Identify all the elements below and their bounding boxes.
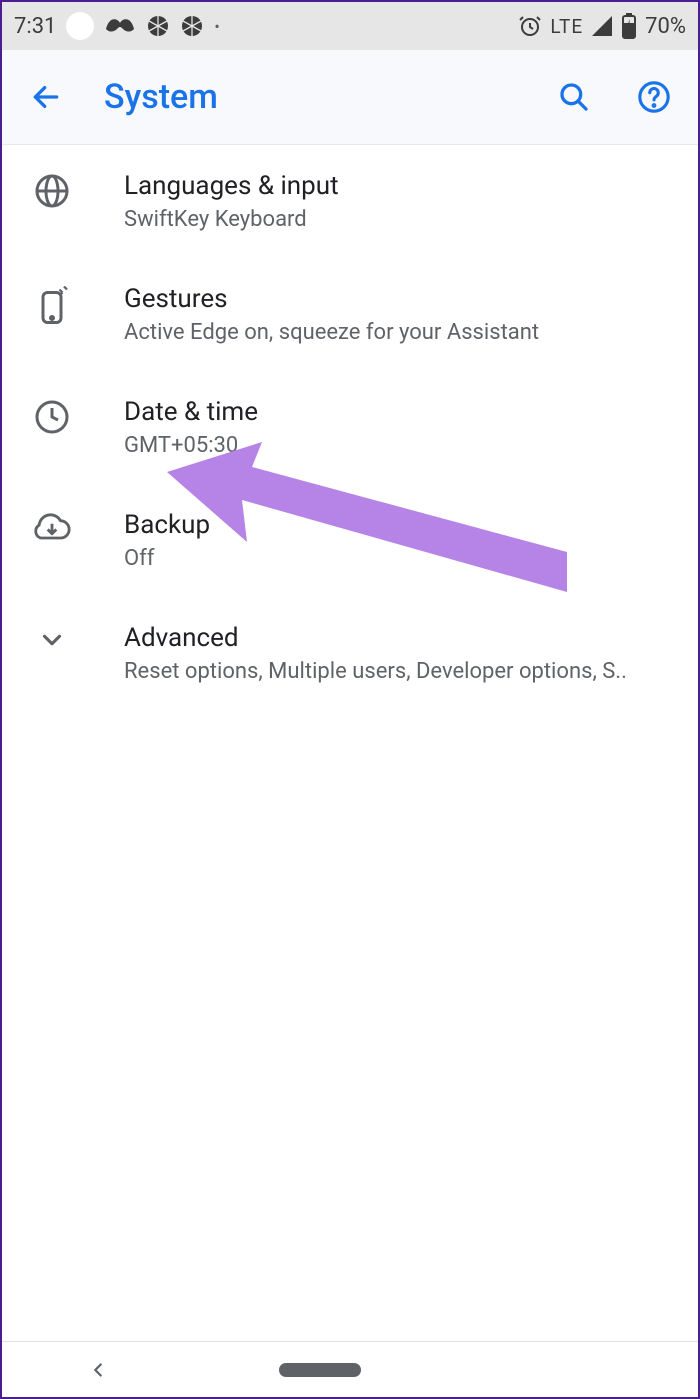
status-left: 7:31 • bbox=[14, 12, 220, 40]
row-subtitle: Off bbox=[124, 546, 674, 571]
row-title: Gestures bbox=[124, 284, 674, 314]
nav-home-pill[interactable] bbox=[279, 1363, 361, 1377]
row-date-time[interactable]: Date & time GMT+05:30 bbox=[2, 371, 698, 484]
row-subtitle: Reset options, Multiple users, Developer… bbox=[124, 659, 674, 684]
row-subtitle: GMT+05:30 bbox=[124, 433, 674, 458]
row-backup[interactable]: Backup Off bbox=[2, 484, 698, 597]
clock-icon bbox=[30, 399, 74, 435]
status-right: LTE 70% bbox=[518, 13, 686, 39]
network-label: LTE bbox=[550, 15, 583, 38]
more-dot-icon: • bbox=[214, 17, 219, 36]
search-icon bbox=[558, 81, 590, 113]
row-title: Backup bbox=[124, 510, 674, 540]
aperture-icon-2 bbox=[180, 14, 204, 38]
arrow-left-icon bbox=[30, 81, 62, 113]
row-subtitle: Active Edge on, squeeze for your Assista… bbox=[124, 320, 674, 345]
row-languages-input[interactable]: Languages & input SwiftKey Keyboard bbox=[2, 145, 698, 258]
notification-dot-icon bbox=[66, 12, 94, 40]
nav-bar bbox=[2, 1341, 698, 1397]
chevron-left-icon bbox=[87, 1359, 109, 1381]
row-title: Languages & input bbox=[124, 171, 674, 201]
row-title: Advanced bbox=[124, 623, 674, 653]
alarm-icon bbox=[518, 14, 542, 38]
row-title: Date & time bbox=[124, 397, 674, 427]
mustache-icon bbox=[104, 17, 136, 35]
row-subtitle: SwiftKey Keyboard bbox=[124, 207, 674, 232]
page-title: System bbox=[104, 77, 516, 117]
help-icon bbox=[637, 80, 671, 114]
status-bar: 7:31 • LTE 70% bbox=[2, 2, 698, 50]
nav-back-button[interactable] bbox=[87, 1359, 109, 1381]
status-time: 7:31 bbox=[14, 14, 56, 39]
search-button[interactable] bbox=[552, 75, 596, 119]
help-button[interactable] bbox=[632, 75, 676, 119]
settings-list: Languages & input SwiftKey Keyboard Gest… bbox=[2, 145, 698, 710]
battery-label: 70% bbox=[645, 14, 686, 39]
row-advanced[interactable]: Advanced Reset options, Multiple users, … bbox=[2, 597, 698, 710]
signal-icon bbox=[591, 15, 613, 37]
cloud-download-icon bbox=[30, 512, 74, 544]
chevron-down-icon bbox=[30, 625, 74, 655]
battery-charging-icon bbox=[621, 13, 637, 39]
globe-icon bbox=[30, 173, 74, 209]
gestures-icon bbox=[30, 286, 74, 326]
aperture-icon bbox=[146, 14, 170, 38]
back-button[interactable] bbox=[24, 75, 68, 119]
app-bar: System bbox=[2, 50, 698, 145]
row-gestures[interactable]: Gestures Active Edge on, squeeze for you… bbox=[2, 258, 698, 371]
